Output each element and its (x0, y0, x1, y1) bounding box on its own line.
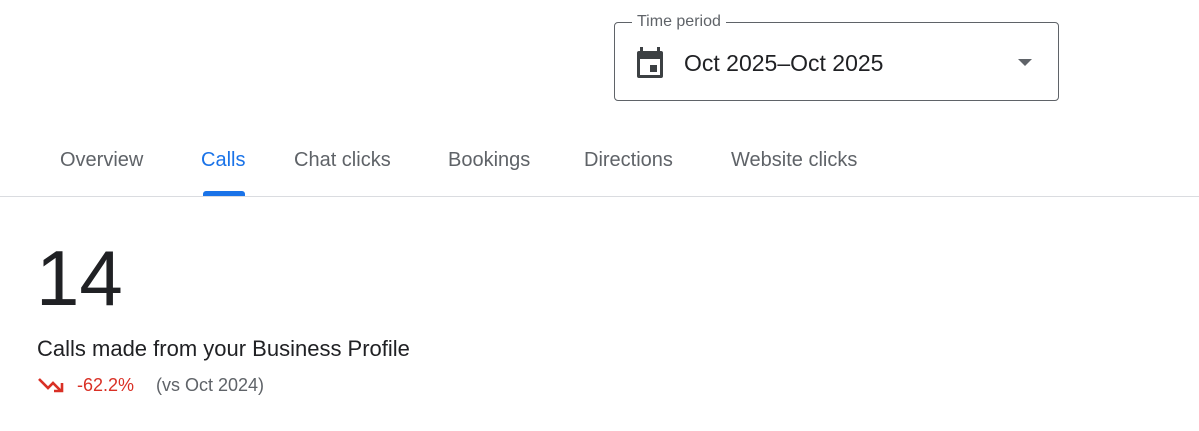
time-period-select[interactable]: Time period Oct 2025–Oct 2025 (614, 11, 1059, 101)
change-value: -62.2% (77, 375, 135, 395)
metric-value: 14 (36, 234, 123, 322)
metric-tabs: Overview Calls Chat clicks Bookings Dire… (0, 125, 1199, 197)
tab-overview[interactable]: Overview (60, 125, 143, 196)
time-period-label: Time period (632, 11, 726, 33)
active-tab-indicator (203, 191, 245, 196)
dropdown-arrow-icon[interactable] (1018, 59, 1032, 66)
tab-calls[interactable]: Calls (201, 125, 245, 196)
tab-bookings[interactable]: Bookings (448, 125, 530, 196)
tab-chat-clicks[interactable]: Chat clicks (294, 125, 391, 196)
calendar-icon (637, 47, 663, 78)
metric-description: Calls made from your Business Profile (37, 336, 410, 361)
time-period-value: Oct 2025–Oct 2025 (684, 50, 884, 76)
tab-directions[interactable]: Directions (584, 125, 673, 196)
trend-down-icon (38, 378, 64, 393)
performance-page: Time period Oct 2025–Oct 2025 Overview C… (0, 0, 1199, 431)
tab-website-clicks[interactable]: Website clicks (731, 125, 857, 196)
comparison-text: (vs Oct 2024) (156, 375, 265, 395)
